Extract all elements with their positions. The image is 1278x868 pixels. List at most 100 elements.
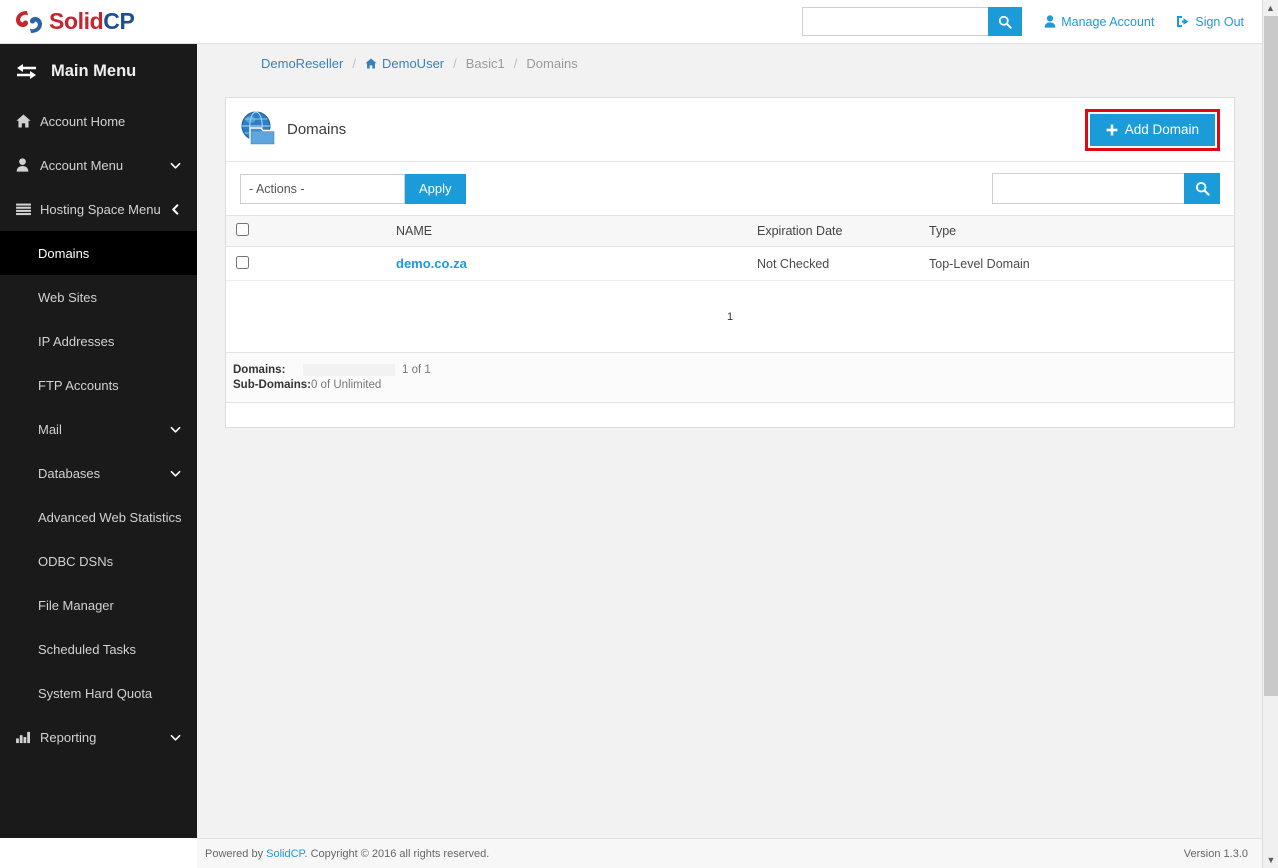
- table-header-select-all: [226, 215, 302, 247]
- sidebar-item-ip-addresses[interactable]: IP Addresses: [0, 319, 197, 363]
- sidebar-header[interactable]: Main Menu: [0, 44, 197, 99]
- add-domain-button[interactable]: Add Domain: [1089, 113, 1215, 146]
- panel-footer-spacer: [226, 403, 1234, 427]
- solidcp-swirl-logo-icon: [16, 10, 42, 33]
- breadcrumb-item-demouser[interactable]: DemoUser: [365, 56, 444, 71]
- user-icon: [1044, 15, 1056, 28]
- actions-group: - Actions - Apply: [240, 173, 466, 204]
- sidebar-item-domains[interactable]: Domains: [0, 231, 197, 275]
- chevron-down-icon: [170, 734, 181, 741]
- sidebar-item-label: Reporting: [40, 729, 97, 745]
- exchange-arrows-icon: [17, 64, 36, 79]
- quota-domains-label: Domains:: [233, 363, 286, 376]
- table-search: [992, 173, 1220, 204]
- breadcrumb-separator: /: [513, 55, 518, 71]
- scrollbar-thumb[interactable]: [1264, 16, 1278, 696]
- panel-header: Domains Add Domain: [226, 98, 1234, 162]
- globe-folder-icon: [241, 111, 276, 146]
- domains-panel: Domains Add Domain - Actions - Apply NAM…: [225, 97, 1235, 428]
- chevron-down-icon[interactable]: [170, 160, 181, 171]
- table-toolbar: - Actions - Apply: [226, 162, 1234, 215]
- search-icon: [999, 15, 1012, 29]
- chevron-down-icon: [170, 470, 181, 477]
- breadcrumb: DemoReseller / DemoUser / Basic1 / Domains: [197, 44, 1262, 82]
- sidebar-item-web-sites[interactable]: Web Sites: [0, 275, 197, 319]
- row-expiration-cell: Not Checked: [757, 246, 929, 281]
- sidebar-item-reporting[interactable]: Reporting: [0, 715, 197, 759]
- global-search-button[interactable]: [988, 7, 1023, 36]
- footer-powered-suffix: . Copyright © 2016 all rights reserved.: [304, 847, 490, 860]
- domains-table: NAME Expiration Date Type demo.co.za Not …: [226, 215, 1234, 281]
- add-domain-label: Add Domain: [1124, 122, 1199, 137]
- breadcrumb-item-label: Domains: [526, 55, 578, 71]
- sidebar-item-account-menu[interactable]: Account Menu: [0, 143, 197, 187]
- pagination-current-page[interactable]: 1: [722, 309, 738, 325]
- table-header-type: Type: [929, 215, 1234, 247]
- footer-powered-prefix: Powered by: [205, 847, 267, 860]
- table-search-button[interactable]: [1184, 173, 1220, 204]
- breadcrumb-item-label: DemoReseller: [261, 55, 344, 71]
- sidebar-item-label: Web Sites: [38, 289, 98, 305]
- domain-name-link[interactable]: demo.co.za: [396, 256, 467, 271]
- sidebar-item-mail[interactable]: Mail: [0, 407, 197, 451]
- global-search-input[interactable]: [802, 7, 989, 36]
- table-header-row: NAME Expiration Date Type: [226, 215, 1234, 247]
- chevron-left-icon: [172, 203, 179, 215]
- breadcrumb-separator: /: [453, 55, 457, 71]
- quota-subdomains-label: Sub-Domains:: [233, 378, 311, 391]
- main-content: DemoReseller / DemoUser / Basic1 / Domains Dom…: [197, 44, 1262, 838]
- page-title: Domains: [287, 121, 347, 138]
- sidebar-item-databases[interactable]: Databases: [0, 451, 197, 495]
- sidebar-item-hosting-space-menu[interactable]: Hosting Space Menu: [0, 187, 197, 231]
- apply-button[interactable]: Apply: [405, 173, 466, 204]
- chevron-down-icon[interactable]: [170, 468, 181, 479]
- quota-row-subdomains: Sub-Domains: 0 of Unlimited: [233, 377, 1234, 392]
- sidebar-item-label: System Hard Quota: [38, 685, 153, 701]
- manage-account-link[interactable]: Manage Account: [1044, 15, 1154, 29]
- top-header-bar: SolidCP Manage Account Sign Out: [0, 0, 1262, 44]
- browser-scrollbar[interactable]: ▲ ▼: [1262, 0, 1278, 868]
- footer-version: Version 1.3.0: [1183, 847, 1248, 860]
- sidebar-menu-list: Account Home Account Menu Hosting Space Me…: [0, 99, 197, 759]
- list-icon: [16, 203, 36, 216]
- chevron-left-icon[interactable]: [170, 203, 181, 215]
- sidebar-item-label: Account Home: [40, 113, 126, 129]
- page-footer: Powered by SolidCP. Copyright © 2016 all…: [197, 838, 1262, 868]
- search-icon: [1195, 181, 1210, 196]
- add-domain-highlight: Add Domain: [1084, 108, 1220, 151]
- chevron-down-icon: [170, 426, 181, 433]
- sidebar-item-file-manager[interactable]: File Manager: [0, 583, 197, 627]
- sidebar-item-system-hard-quota[interactable]: System Hard Quota: [0, 671, 197, 715]
- sidebar-item-account-home[interactable]: Account Home: [0, 99, 197, 143]
- scrollbar-down-arrow[interactable]: ▼: [1263, 852, 1278, 868]
- table-search-input[interactable]: [992, 173, 1184, 204]
- quota-domains-bar: [303, 363, 395, 376]
- row-checkbox[interactable]: [236, 255, 249, 269]
- list-icon: [16, 203, 31, 215]
- bar-chart-icon: [16, 731, 36, 744]
- footer-solidcp-link[interactable]: SolidCP: [266, 848, 304, 860]
- sidebar-item-odbc-dsns[interactable]: ODBC DSNs: [0, 539, 197, 583]
- sidebar-item-label: Scheduled Tasks: [38, 641, 137, 657]
- sign-out-link[interactable]: Sign Out: [1176, 15, 1244, 29]
- breadcrumb-item-demoreseller[interactable]: DemoReseller: [261, 56, 343, 71]
- pagination: 1: [226, 281, 1234, 353]
- manage-account-label: Manage Account: [1061, 14, 1155, 29]
- actions-select[interactable]: - Actions -: [240, 173, 405, 204]
- sidebar-item-scheduled-tasks[interactable]: Scheduled Tasks: [0, 627, 197, 671]
- logo-text-solid: Solid: [49, 8, 104, 34]
- chevron-down-icon[interactable]: [170, 732, 181, 743]
- user-icon: [16, 158, 29, 172]
- chevron-down-icon[interactable]: [170, 424, 181, 435]
- sidebar-item-label: FTP Accounts: [38, 377, 119, 393]
- scrollbar-up-arrow[interactable]: ▲: [1263, 0, 1278, 16]
- table-header-name: NAME: [302, 215, 757, 247]
- sidebar-item-ftp-accounts[interactable]: FTP Accounts: [0, 363, 197, 407]
- breadcrumb-item-label: DemoUser: [382, 55, 445, 71]
- sidebar-item-advanced-web-statistics[interactable]: Advanced Web Statistics: [0, 495, 197, 539]
- select-all-checkbox[interactable]: [236, 223, 249, 236]
- global-search: [802, 7, 1023, 36]
- sidebar: Main Menu Account Home Account Menu Hostin…: [0, 44, 197, 838]
- quota-subdomains-value: 0 of Unlimited: [310, 378, 382, 391]
- brand-logo[interactable]: SolidCP: [0, 8, 135, 36]
